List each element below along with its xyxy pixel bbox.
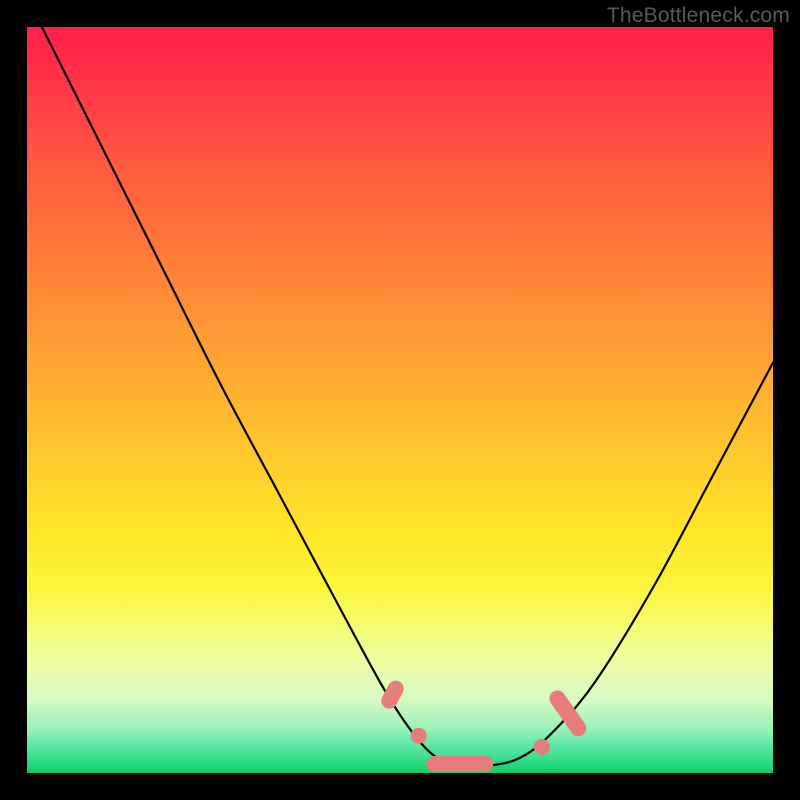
bottleneck-curve-svg [27, 27, 773, 773]
curve-marker-dot [534, 739, 550, 755]
curve-marker-pill [426, 756, 493, 772]
chart-plot-area [27, 27, 773, 773]
curve-marker-dot [411, 728, 427, 744]
curve-marker-pill [378, 678, 406, 712]
chart-frame: TheBottleneck.com [0, 0, 800, 800]
watermark-text: TheBottleneck.com [607, 4, 790, 28]
curve-markers [378, 678, 589, 772]
bottleneck-curve [42, 27, 773, 766]
